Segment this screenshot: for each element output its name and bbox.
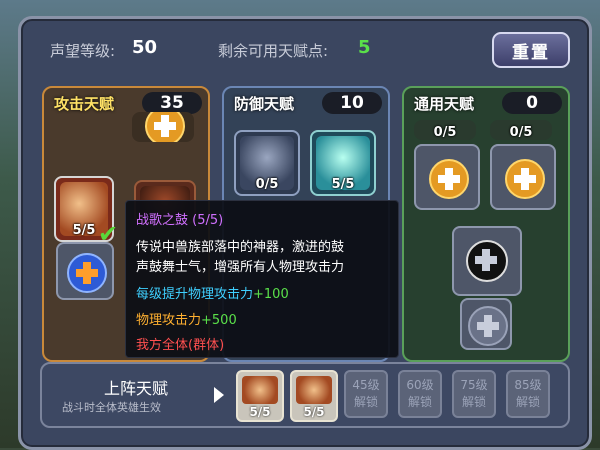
deploy-slot-2[interactable]: 5/5	[290, 370, 338, 422]
tooltip-desc-line2: 声鼓舞士气，增强所有人物理攻击力	[136, 260, 345, 275]
common-top2-level: 0/5	[509, 125, 533, 140]
common-talent-slot-top-2[interactable]: 0/5	[490, 120, 552, 140]
common-title: 通用天赋	[414, 95, 475, 113]
war-drum-icon	[296, 376, 332, 404]
common-count: 0	[502, 92, 562, 114]
attack-talent-slot-top[interactable]	[132, 112, 194, 142]
deploy-slot2-level: 5/5	[303, 405, 325, 419]
locked-slot-85: 85级解锁	[506, 370, 550, 418]
tooltip-desc-line1: 传说中兽族部落中的神器，激进的鼓	[136, 240, 345, 255]
points-value: 5	[358, 37, 371, 58]
tooltip-per-level: 每级提升物理攻击力+100	[136, 283, 289, 302]
defense-title: 防御天赋	[234, 95, 295, 113]
attack-count: 35	[142, 92, 202, 114]
tooltip-total: 物理攻击力+500	[136, 309, 237, 328]
plus-icon	[468, 306, 508, 346]
common-talent-slot-4[interactable]	[460, 298, 512, 350]
common-column-header: 通用天赋 0	[404, 88, 568, 118]
deploy-slot-1[interactable]: 5/5	[236, 370, 284, 422]
locked-slot-60: 60级解锁	[398, 370, 442, 418]
defense-talent-slot-2[interactable]: 5/5	[310, 130, 376, 196]
bomb-icon	[466, 240, 508, 282]
war-drum-icon	[242, 376, 278, 404]
common-talent-slot-1[interactable]	[414, 144, 480, 210]
plus-icon	[429, 159, 469, 199]
lock-level: 85级	[514, 378, 542, 392]
defense-column-header: 防御天赋 10	[224, 88, 388, 118]
locked-slot-45: 45级解锁	[344, 370, 388, 418]
header: 声望等级: 50 剩余可用天赋点: 5 重置	[30, 26, 574, 74]
plus-icon	[67, 253, 107, 293]
plus-icon	[505, 159, 545, 199]
total-label: 物理攻击力	[136, 313, 202, 328]
lock-level: 75级	[460, 378, 488, 392]
common-top1-level: 0/5	[433, 125, 457, 140]
talent-tooltip: 战歌之鼓 (5/5) 传说中兽族部落中的神器，激进的鼓 声鼓舞士气，增强所有人物…	[125, 200, 399, 358]
reputation-label: 声望等级:	[50, 42, 116, 60]
per-level-value: +100	[253, 287, 289, 302]
common-talent-slot-top-1[interactable]: 0/5	[414, 120, 476, 140]
deploy-title: 上阵天赋	[104, 379, 169, 398]
defense-slot2-level: 5/5	[331, 177, 355, 192]
attack-title: 攻击天赋	[54, 95, 115, 113]
common-talent-slot-3[interactable]	[452, 226, 522, 296]
points-label: 剩余可用天赋点:	[218, 42, 329, 60]
common-talent-slot-2[interactable]	[490, 144, 556, 210]
per-level-label: 每级提升物理攻击力	[136, 287, 254, 302]
tooltip-target: 我方全体(群体)	[136, 338, 225, 353]
lock-text: 解锁	[515, 395, 540, 409]
plus-icon	[145, 112, 185, 142]
reputation-value: 50	[132, 37, 158, 58]
attack-talent-empty-slot[interactable]	[56, 242, 114, 300]
deploy-talent-bar: 上阵天赋 战斗时全体英雄生效 5/5 5/5 45级解锁 60级解锁 75级解锁…	[40, 362, 570, 428]
lock-text: 解锁	[461, 395, 486, 409]
lock-text: 解锁	[353, 395, 378, 409]
lock-level: 45级	[352, 378, 380, 392]
deploy-slot1-level: 5/5	[249, 405, 271, 419]
lock-level: 60级	[406, 378, 434, 392]
total-value: +500	[201, 313, 237, 328]
reset-button[interactable]: 重置	[492, 32, 570, 68]
common-talent-column: 通用天赋 0 0/5 0/5	[402, 86, 570, 362]
deploy-subtitle: 战斗时全体英雄生效	[62, 401, 161, 414]
locked-slot-75: 75级解锁	[452, 370, 496, 418]
defense-talent-slot-1[interactable]: 0/5	[234, 130, 300, 196]
defense-slot1-level: 0/5	[255, 177, 279, 192]
lock-text: 解锁	[407, 395, 432, 409]
tooltip-name: 战歌之鼓 (5/5)	[136, 213, 224, 228]
defense-count: 10	[322, 92, 382, 114]
arrow-right-icon	[214, 387, 224, 403]
